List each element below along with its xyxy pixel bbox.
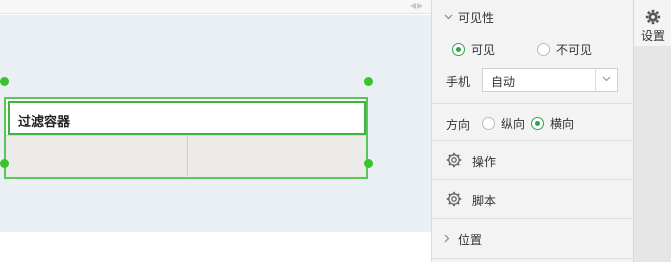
design-canvas[interactable]: 过滤容器 — [0, 15, 431, 232]
tab-settings-label: 设置 — [640, 29, 665, 43]
invisible-label: 不可见 — [556, 43, 593, 57]
side-tab-strip: 设置 — [633, 0, 671, 262]
chevron-right-icon — [444, 234, 452, 246]
mobile-label: 手机 — [446, 75, 471, 89]
direction-label: 方向 — [446, 118, 471, 132]
widget-body[interactable] — [6, 135, 366, 178]
chevron-down-icon[interactable] — [595, 69, 617, 91]
script-label: 脚本 — [472, 194, 497, 208]
position-header[interactable]: 位置 — [444, 231, 482, 248]
horizontal-radio[interactable]: 横向 — [531, 115, 574, 132]
visibility-title: 可见性 — [458, 11, 495, 25]
resize-handle-bottom-left[interactable] — [0, 159, 9, 168]
invisible-radio[interactable]: 不可见 — [537, 41, 592, 58]
tab-settings[interactable]: 设置 — [634, 0, 671, 46]
double-chevron-icon[interactable]: ◀▶ — [407, 0, 427, 12]
property-panel: 可见性 可见 不可见 手机 自动 方向 纵向 横向 操作 脚本 位置 — [431, 0, 634, 262]
horizontal-label: 横向 — [550, 117, 575, 131]
operation-section[interactable]: 操作 — [432, 141, 634, 180]
operation-label: 操作 — [472, 155, 497, 169]
radio-invisible-indicator[interactable] — [537, 43, 550, 56]
operation-row[interactable]: 操作 — [446, 152, 496, 171]
widget-title: 过滤容器 — [18, 115, 71, 130]
resize-handle-bottom-right[interactable] — [364, 159, 373, 168]
cell-divider — [187, 136, 188, 178]
position-section[interactable]: 位置 — [432, 219, 634, 259]
gear-icon — [645, 9, 661, 28]
mobile-select-value: 自动 — [491, 75, 516, 89]
canvas-footer — [0, 232, 431, 262]
radio-visible-indicator[interactable] — [452, 43, 465, 56]
script-section[interactable]: 脚本 — [432, 180, 634, 219]
vertical-label: 纵向 — [501, 117, 526, 131]
mobile-select[interactable]: 自动 — [482, 68, 618, 92]
gear-icon — [446, 191, 462, 210]
visible-radio[interactable]: 可见 — [452, 41, 495, 58]
radio-horizontal-indicator[interactable] — [531, 117, 544, 130]
chevron-down-icon — [444, 12, 453, 23]
filter-container-widget[interactable]: 过滤容器 — [4, 97, 368, 179]
widget-header[interactable]: 过滤容器 — [8, 101, 366, 135]
canvas-toolbar: ◀▶ — [0, 0, 431, 14]
resize-handle-top-right[interactable] — [364, 77, 373, 86]
vertical-radio[interactable]: 纵向 — [482, 115, 525, 132]
resize-handle-top-left[interactable] — [0, 77, 9, 86]
visible-label: 可见 — [471, 43, 496, 57]
visibility-header[interactable]: 可见性 — [444, 9, 494, 26]
gear-icon — [446, 152, 462, 171]
visibility-section: 可见性 可见 不可见 手机 自动 — [432, 0, 634, 104]
script-row[interactable]: 脚本 — [446, 191, 496, 210]
radio-vertical-indicator[interactable] — [482, 117, 495, 130]
position-label: 位置 — [458, 233, 483, 247]
direction-section: 方向 纵向 横向 — [432, 104, 634, 141]
app-root: ◀▶ 过滤容器 可见性 可见 不可见 手机 自动 方向 纵向 横向 操作 脚本 … — [0, 0, 671, 262]
